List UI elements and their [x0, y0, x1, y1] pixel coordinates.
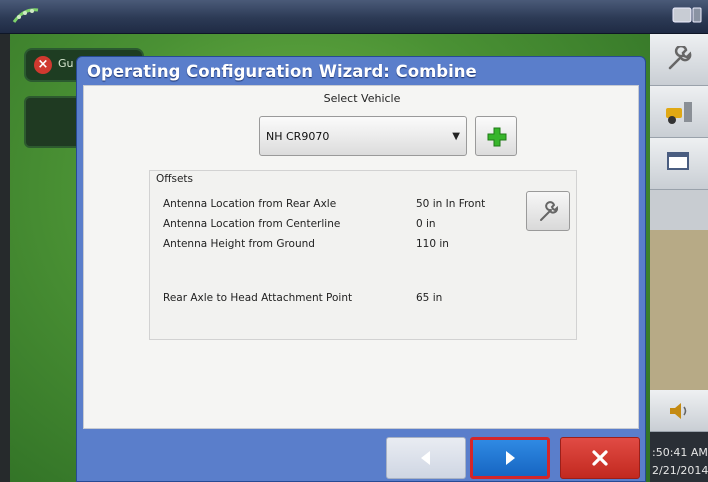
vehicle-selected-value: NH CR9070 [266, 130, 330, 143]
display-screen: × Gu :50:41 AM 2/21/2014 Operating Confi… [0, 0, 708, 482]
edit-offsets-button[interactable] [526, 191, 570, 231]
vehicle-dropdown[interactable]: NH CR9070 ▼ [259, 116, 467, 156]
offset-value-height: 110 in [416, 238, 449, 250]
back-arrow-icon [387, 438, 465, 478]
offset-label-rear-axle: Antenna Location from Rear Axle [163, 198, 337, 210]
cancel-button[interactable] [560, 437, 640, 479]
monitor-icon[interactable] [672, 6, 702, 26]
window-icon [667, 152, 689, 170]
wrench-icon [540, 201, 559, 221]
wrench-icon [668, 46, 692, 70]
settings-button[interactable] [650, 34, 708, 86]
run-panel-button[interactable] [24, 96, 84, 148]
close-x-icon [561, 438, 639, 478]
guidance-label: Gu [58, 57, 74, 70]
clock-display: :50:41 AM 2/21/2014 [650, 432, 708, 482]
dialog-body: Select Vehicle NH CR9070 ▼ Offsets Anten… [83, 85, 639, 429]
offset-value-head-attachment: 65 in [416, 292, 443, 304]
top-status-bar [0, 0, 708, 34]
offsets-title: Offsets [156, 173, 194, 185]
next-button[interactable] [470, 437, 550, 479]
dialog-title: Operating Configuration Wizard: Combine [87, 62, 477, 81]
window-button[interactable] [650, 138, 708, 190]
dropdown-arrow-icon: ▼ [452, 131, 460, 142]
next-arrow-icon [473, 440, 547, 476]
offset-value-rear-axle: 50 in In Front [416, 198, 486, 210]
offset-value-centerline: 0 in [416, 218, 436, 230]
offset-label-centerline: Antenna Location from Centerline [163, 218, 341, 230]
implement-icon [666, 102, 692, 124]
guidance-off-icon: × [34, 56, 52, 74]
volume-icon [670, 403, 687, 419]
offsets-group: Offsets Antenna Location from Rear Axle … [149, 170, 577, 340]
offset-label-height: Antenna Height from Ground [163, 238, 315, 250]
implement-button[interactable] [650, 86, 708, 138]
volume-button[interactable] [650, 390, 708, 432]
wizard-dialog: Operating Configuration Wizard: Combine … [76, 56, 646, 482]
right-toolbar [650, 34, 708, 482]
offset-label-head-attachment: Rear Axle to Head Attachment Point [163, 292, 353, 304]
gps-satellite-icon[interactable] [10, 4, 42, 28]
clock-date: 2/21/2014 [652, 464, 708, 477]
clock-time: :50:41 AM [652, 446, 708, 459]
add-plus-icon [487, 127, 507, 147]
add-vehicle-button[interactable] [475, 116, 517, 156]
select-vehicle-label: Select Vehicle [323, 92, 401, 105]
back-button[interactable] [386, 437, 466, 479]
